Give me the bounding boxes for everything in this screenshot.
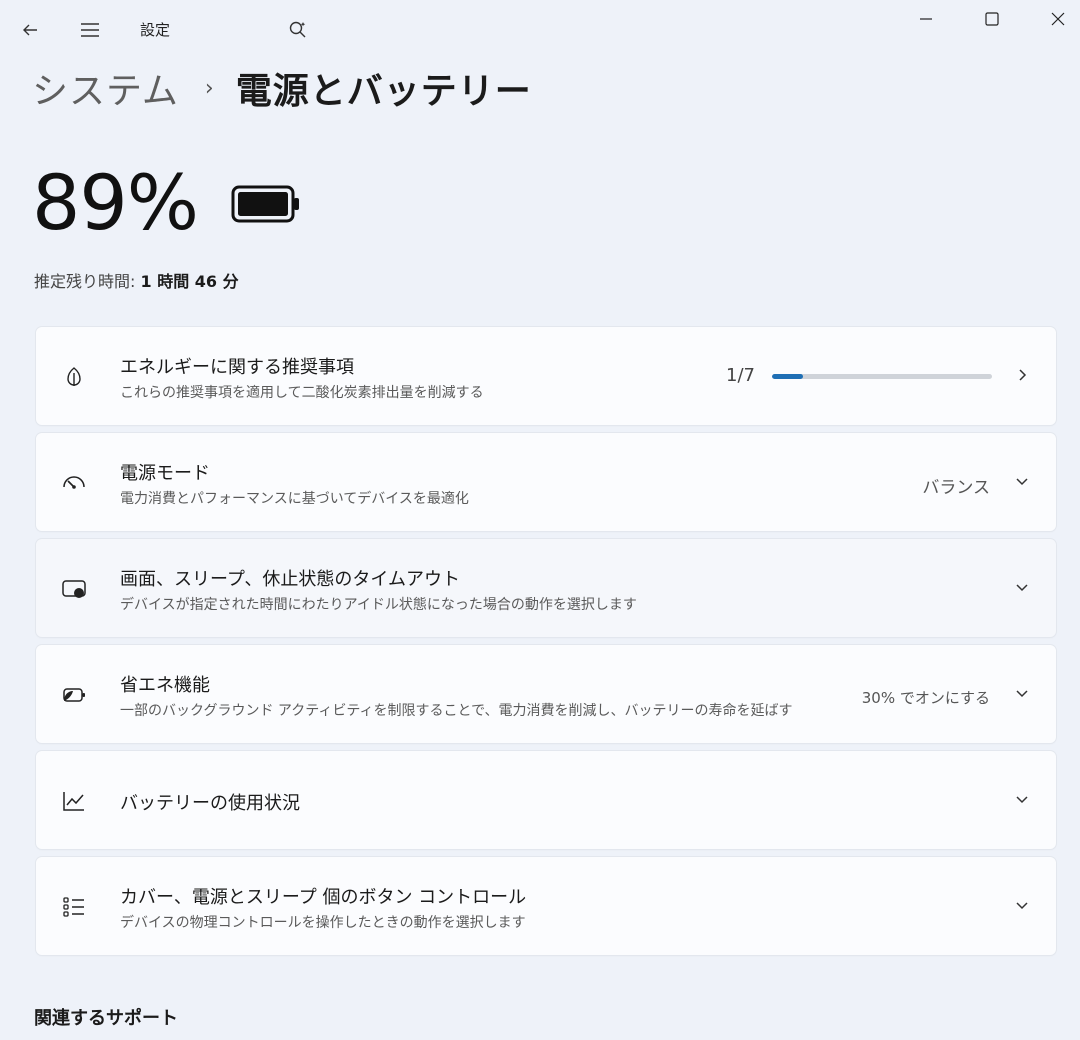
window-title: 設定 — [140, 21, 171, 39]
chevron-down-icon[interactable] — [1008, 891, 1036, 919]
breadcrumb-separator: › — [204, 75, 214, 101]
power-mode-card[interactable]: 電源モード 電力消費とパフォーマンスに基づいてデバイスを最適化 バランス — [36, 433, 1056, 531]
search-icon[interactable] — [282, 14, 314, 46]
energy-saver-threshold-dropdown[interactable]: 30% でオンにする — [862, 687, 990, 708]
remaining-value: 1 時間 46 分 — [140, 272, 239, 291]
screen-sleep-timeout-card[interactable]: 画面、スリープ、休止状態のタイムアウト デバイスが指定された時間にわたりアイドル… — [36, 539, 1056, 637]
recommendations-progress-count: 1/7 — [726, 365, 755, 386]
chevron-down-icon[interactable] — [1008, 785, 1036, 813]
battery-saver-icon — [60, 681, 88, 709]
remaining-label: 推定残り時間: — [34, 272, 136, 291]
battery-percentage: 89% — [32, 158, 199, 247]
chevron-down-icon[interactable] — [1008, 573, 1036, 601]
battery-icon — [230, 182, 302, 230]
card-subtitle: 電力消費とパフォーマンスに基づいてデバイスを最適化 — [120, 491, 469, 507]
button-controls-card[interactable]: カバー、電源とスリープ 個のボタン コントロール デバイスの物理コントロールを操… — [36, 857, 1056, 955]
hamburger-menu-icon[interactable] — [74, 14, 106, 46]
card-title: 電源モード — [120, 463, 210, 484]
energy-saver-card[interactable]: 省エネ機能 一部のバックグラウンド アクティビティを制限することで、電力消費を削… — [36, 645, 1056, 743]
chevron-right-icon[interactable] — [1008, 361, 1036, 389]
recommendations-progress-bar — [772, 374, 992, 379]
card-title: エネルギーに関する推奨事項 — [120, 357, 354, 378]
gauge-icon — [60, 469, 88, 497]
power-mode-dropdown[interactable]: バランス — [922, 473, 990, 498]
card-title: 画面、スリープ、休止状態のタイムアウト — [120, 569, 461, 590]
usage-chart-icon — [60, 787, 88, 815]
card-subtitle: 一部のバックグラウンド アクティビティを制限することで、電力消費を削減し、バッテ… — [120, 703, 793, 719]
card-title: バッテリーの使用状況 — [120, 793, 300, 814]
breadcrumb: システム › 電源とバッテリー — [32, 60, 532, 116]
minimize-icon[interactable] — [896, 2, 956, 36]
card-subtitle: デバイスが指定された時間にわたりアイドル状態になった場合の動作を選択します — [120, 597, 637, 613]
page-title: 電源とバッテリー — [235, 71, 532, 112]
leaf-icon — [60, 363, 88, 391]
maximize-icon[interactable] — [962, 2, 1022, 36]
button-controls-icon — [60, 893, 88, 921]
card-subtitle: デバイスの物理コントロールを操作したときの動作を選択します — [120, 915, 526, 931]
screen-sleep-icon — [60, 575, 88, 603]
related-support-heading: 関連するサポート — [34, 1008, 178, 1029]
battery-usage-card[interactable]: バッテリーの使用状況 — [36, 751, 1056, 849]
title-bar: 設定 — [0, 0, 1080, 56]
back-arrow-icon[interactable] — [14, 14, 46, 46]
card-subtitle: これらの推奨事項を適用して二酸化炭素排出量を削減する — [120, 385, 484, 401]
chevron-down-icon[interactable] — [1008, 679, 1036, 707]
chevron-down-icon[interactable] — [1008, 467, 1036, 495]
card-title: カバー、電源とスリープ 個のボタン コントロール — [120, 887, 527, 908]
breadcrumb-parent-link[interactable]: システム — [32, 62, 179, 114]
card-title: 省エネ機能 — [120, 675, 210, 696]
estimated-time-remaining: 推定残り時間: 1 時間 46 分 — [34, 268, 239, 292]
progress-fill — [772, 374, 804, 379]
energy-recommendations-card[interactable]: エネルギーに関する推奨事項 これらの推奨事項を適用して二酸化炭素排出量を削減する… — [36, 327, 1056, 425]
close-icon[interactable] — [1028, 2, 1080, 36]
